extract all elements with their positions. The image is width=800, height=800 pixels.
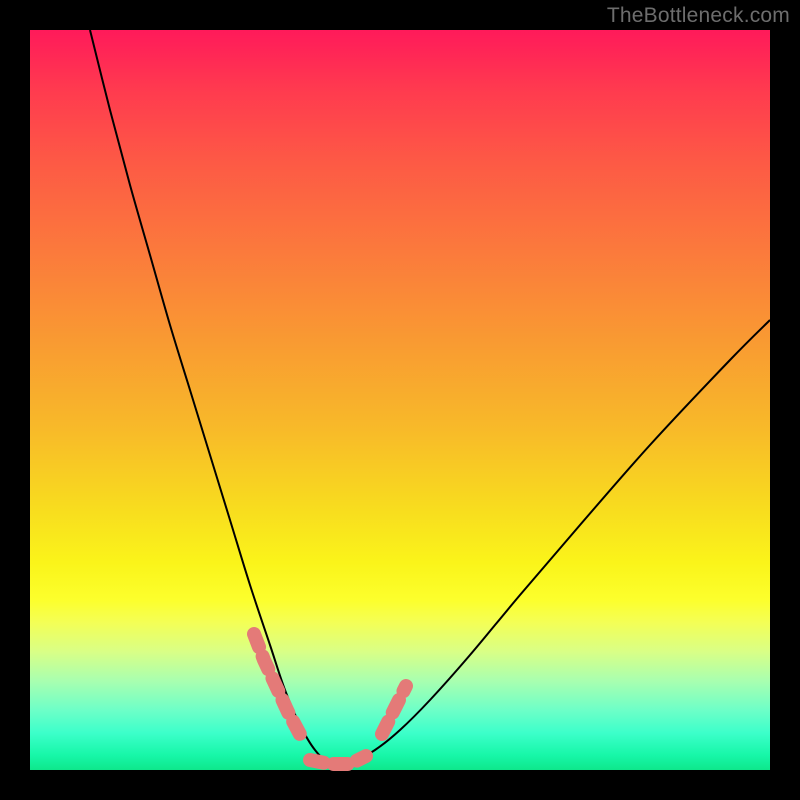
valley-marks-floor [310,756,366,764]
gradient-plot-area [30,30,770,770]
watermark-text: TheBottleneck.com [607,4,790,28]
bottleneck-curve [90,30,770,765]
valley-marks-left [254,634,302,738]
curve-svg [30,30,770,770]
stage: TheBottleneck.com [0,0,800,800]
